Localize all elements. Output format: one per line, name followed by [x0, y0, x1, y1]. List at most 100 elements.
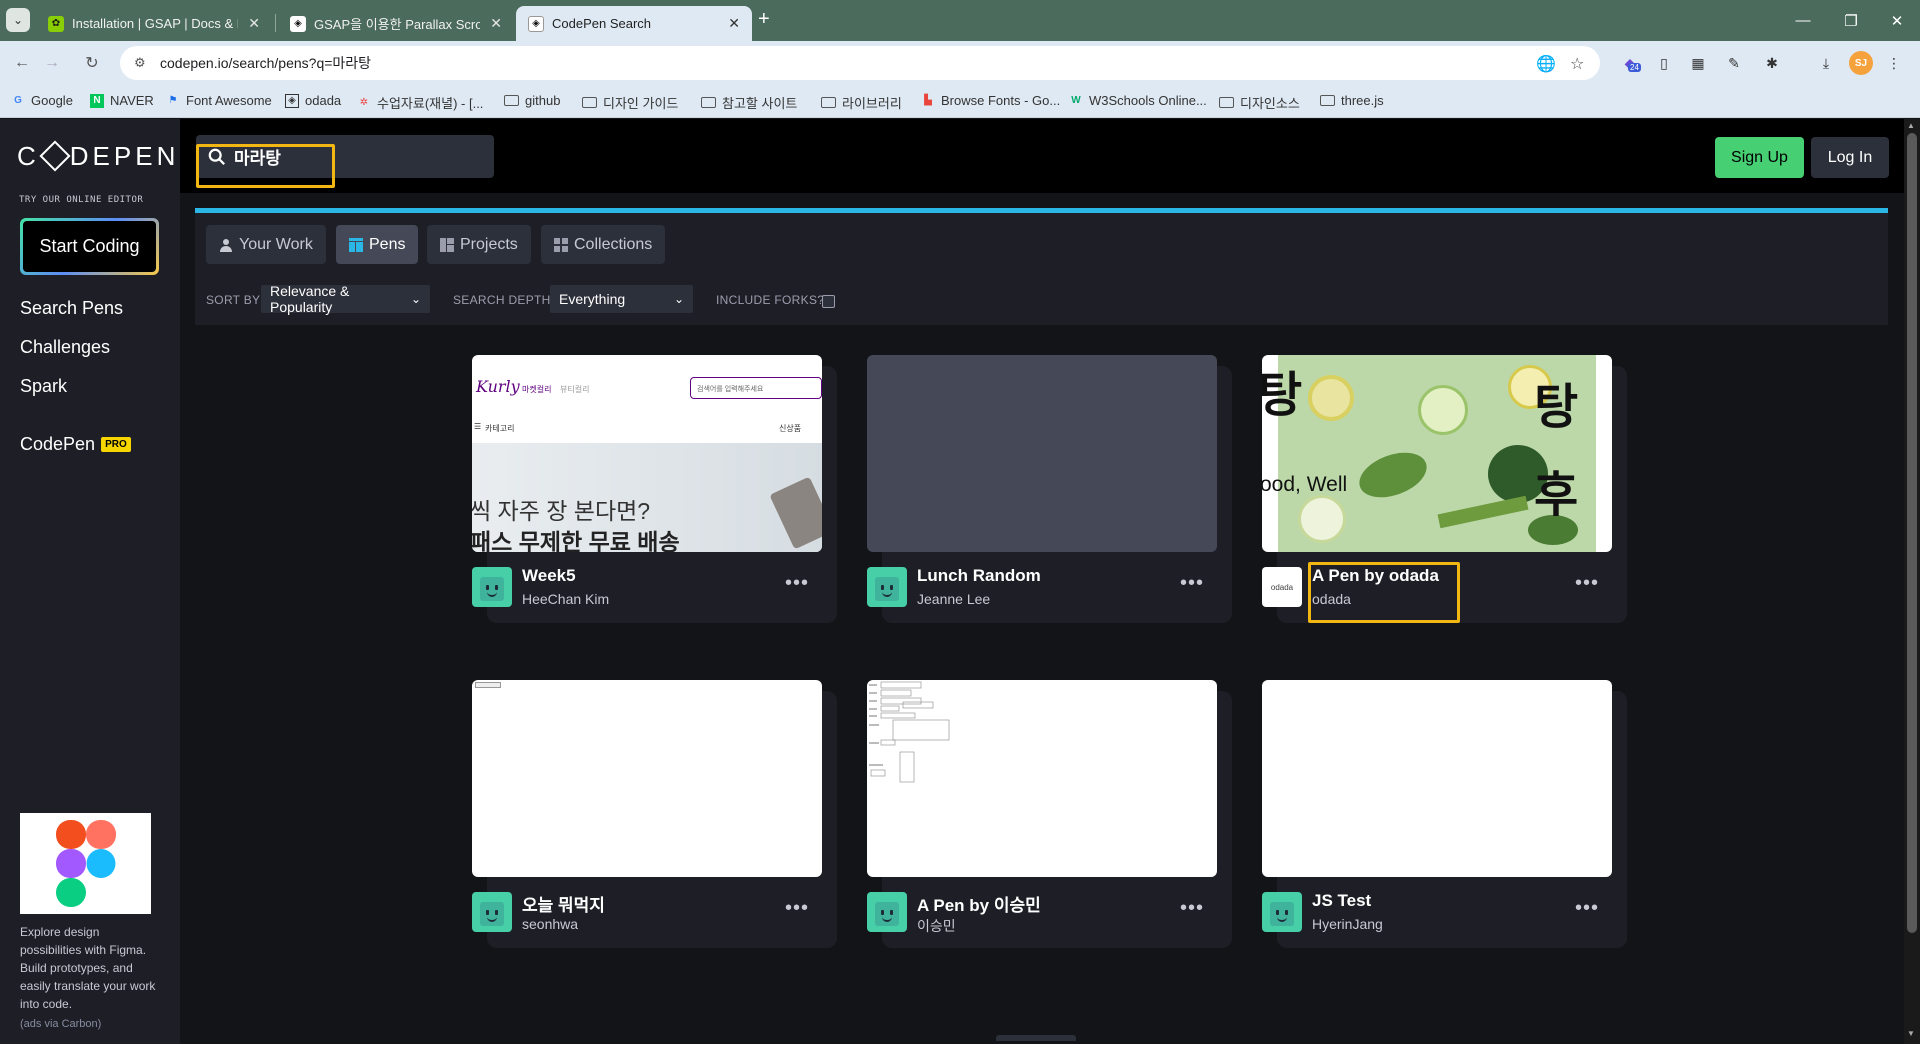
include-forks-checkbox[interactable] — [822, 295, 835, 308]
start-coding-button[interactable]: Start Coding — [20, 218, 159, 275]
sidebar-item-challenges[interactable]: Challenges — [20, 337, 110, 358]
more-options-icon[interactable]: ••• — [1575, 572, 1599, 595]
smiley-icon — [480, 902, 504, 926]
bookmark-folder-design-source[interactable]: 디자인소스 — [1219, 93, 1300, 112]
sidebar: C DEPEN TRY OUR ONLINE EDITOR Start Codin… — [0, 119, 180, 1044]
minimize-icon[interactable]: — — [1780, 0, 1826, 41]
restore-icon[interactable]: ❐ — [1828, 0, 1874, 41]
bookmark-folder-library[interactable]: 라이브러리 — [821, 93, 902, 112]
folder-icon — [1320, 95, 1335, 106]
more-options-icon[interactable]: ••• — [1575, 897, 1599, 920]
form-sketch-thumb — [869, 681, 950, 783]
avatar[interactable] — [472, 567, 512, 607]
tab-pens[interactable]: Pens — [336, 225, 419, 264]
search-depth-select[interactable]: Everything ⌄ — [550, 285, 693, 313]
sidebar-item-codepen-pro[interactable]: CodePen PRO — [20, 434, 131, 455]
reload-icon[interactable]: ↻ — [80, 51, 104, 75]
forward-icon[interactable]: → — [40, 51, 64, 75]
more-options-icon[interactable]: ••• — [1180, 897, 1204, 920]
bookmark-odada[interactable]: ◈ odada — [285, 93, 341, 108]
codepen-icon: ◈ — [285, 93, 299, 108]
browser-tab-gsap[interactable]: ✿ Installation | GSAP | Docs & Le ✕ — [36, 6, 272, 41]
close-icon[interactable]: ✕ — [728, 15, 740, 32]
pen-thumbnail[interactable] — [867, 680, 1217, 877]
pen-thumbnail[interactable] — [867, 355, 1217, 552]
start-coding-label: Start Coding — [23, 221, 156, 272]
close-icon[interactable]: ✕ — [248, 15, 260, 32]
avatar[interactable]: odada — [1262, 567, 1302, 607]
download-icon[interactable]: ⤓ — [1816, 53, 1836, 73]
pen-icon[interactable]: ✎ — [1724, 53, 1744, 73]
sort-by-select[interactable]: Relevance & Popularity ⌄ — [261, 283, 430, 315]
flag-icon: ⚑ — [168, 95, 178, 106]
extension-icon[interactable]: ▦ — [1688, 53, 1708, 73]
extension-icon[interactable]: ▯ — [1654, 53, 1674, 73]
bookmark-star-icon[interactable]: ☆ — [1570, 54, 1584, 74]
translate-icon[interactable]: 🌐 — [1536, 54, 1556, 74]
scrollbar-thumb[interactable] — [1907, 133, 1917, 933]
pen-thumbnail[interactable] — [1262, 680, 1612, 877]
ad-via-carbon[interactable]: (ads via Carbon) — [20, 1018, 101, 1030]
kurly-headline-1: 씩 자주 장 본다면? — [472, 498, 651, 524]
avatar[interactable] — [867, 567, 907, 607]
avatar[interactable] — [1262, 892, 1302, 932]
tab-your-work[interactable]: Your Work — [206, 225, 326, 264]
bookmark-fontawesome[interactable]: ⚑ Font Awesome — [166, 93, 272, 108]
bookmark-google-fonts[interactable]: ▙ Browse Fonts - Go... — [921, 93, 1060, 108]
bookmark-class-materials[interactable]: ✲ 수업자료(재녈) - [... — [357, 93, 484, 112]
bookmark-google[interactable]: G Google — [11, 93, 73, 108]
menu-icon[interactable]: ⋮ — [1884, 53, 1904, 73]
browser-tab-parallax[interactable]: ◈ GSAP을 이용한 Parallax Scrollin ✕ — [278, 6, 514, 41]
pen-thumbnail[interactable] — [472, 680, 822, 877]
tab-projects[interactable]: Projects — [427, 225, 531, 264]
sidebar-item-spark[interactable]: Spark — [20, 376, 67, 397]
tab-collections[interactable]: Collections — [541, 225, 666, 264]
bookmark-w3schools[interactable]: W W3Schools Online... — [1069, 93, 1207, 108]
sign-up-button[interactable]: Sign Up — [1715, 137, 1804, 178]
bookmark-folder-reference[interactable]: 참고할 사이트 — [701, 93, 797, 112]
more-options-icon[interactable]: ••• — [1180, 572, 1204, 595]
address-bar[interactable]: ⚙ codepen.io/search/pens?q=마라탕 🌐 ☆ — [120, 46, 1600, 80]
bookmark-folder-threejs[interactable]: three.js — [1320, 93, 1384, 108]
more-options-icon[interactable]: ••• — [785, 572, 809, 595]
bookmark-folder-github[interactable]: github — [504, 93, 560, 108]
pen-author[interactable]: Jeanne Lee — [917, 591, 990, 607]
avatar[interactable] — [472, 892, 512, 932]
bookmark-naver[interactable]: N NAVER — [90, 93, 154, 108]
pen-title[interactable]: Week5 — [522, 566, 576, 586]
logo-text-right: DEPEN — [69, 141, 180, 171]
bookmark-folder-design-guide[interactable]: 디자인 가이드 — [582, 93, 678, 112]
puzzle-icon[interactable]: ✱ — [1762, 53, 1782, 73]
page-scrollbar[interactable]: ▲ ▼ — [1904, 119, 1920, 1044]
profile-avatar[interactable]: SJ — [1849, 51, 1873, 75]
site-info-icon[interactable]: ⚙ — [134, 55, 152, 71]
pen-author[interactable]: seonhwa — [522, 916, 578, 932]
scroll-up-icon[interactable]: ▲ — [1907, 121, 1915, 130]
smiley-icon — [875, 577, 899, 601]
pen-title[interactable]: Lunch Random — [917, 566, 1041, 586]
extension-icon[interactable]: ◆ 24 — [1620, 53, 1641, 73]
close-icon[interactable]: ✕ — [490, 15, 502, 32]
more-options-icon[interactable]: ••• — [785, 897, 809, 920]
pen-author[interactable]: HyerinJang — [1312, 916, 1383, 932]
scroll-down-icon[interactable]: ▼ — [1907, 1029, 1915, 1038]
figma-ad-image[interactable] — [20, 813, 151, 914]
avatar[interactable] — [867, 892, 907, 932]
window-close-icon[interactable]: ✕ — [1874, 0, 1920, 41]
log-in-button[interactable]: Log In — [1811, 137, 1889, 178]
sidebar-item-search-pens[interactable]: Search Pens — [20, 298, 123, 319]
pen-thumbnail[interactable]: 탕 탕 후 ood, Well — [1262, 355, 1612, 552]
pen-author[interactable]: 이승민 — [917, 916, 956, 936]
pen-author[interactable]: HeeChan Kim — [522, 591, 609, 607]
new-tab-icon[interactable]: + — [758, 8, 770, 31]
pen-title[interactable]: A Pen by 이승민 — [917, 891, 1041, 916]
back-icon[interactable]: ← — [10, 51, 34, 75]
pen-title[interactable]: 오늘 뭐먹지 — [522, 891, 605, 916]
tab-search-button[interactable]: ⌄ — [6, 8, 30, 32]
tab-title: CodePen Search — [552, 16, 652, 31]
ad-text[interactable]: Explore design possibilities with Figma.… — [20, 923, 160, 1013]
browser-tab-codepen-search[interactable]: ◈ CodePen Search ✕ — [516, 6, 752, 41]
pen-title[interactable]: JS Test — [1312, 891, 1371, 911]
codepen-logo[interactable]: C DEPEN — [17, 140, 180, 172]
pen-thumbnail[interactable]: Kurly 마켓컬리 뷰티컬리 검색어를 입력해주세요 ☰ 카테고리 신상품 씩… — [472, 355, 822, 552]
